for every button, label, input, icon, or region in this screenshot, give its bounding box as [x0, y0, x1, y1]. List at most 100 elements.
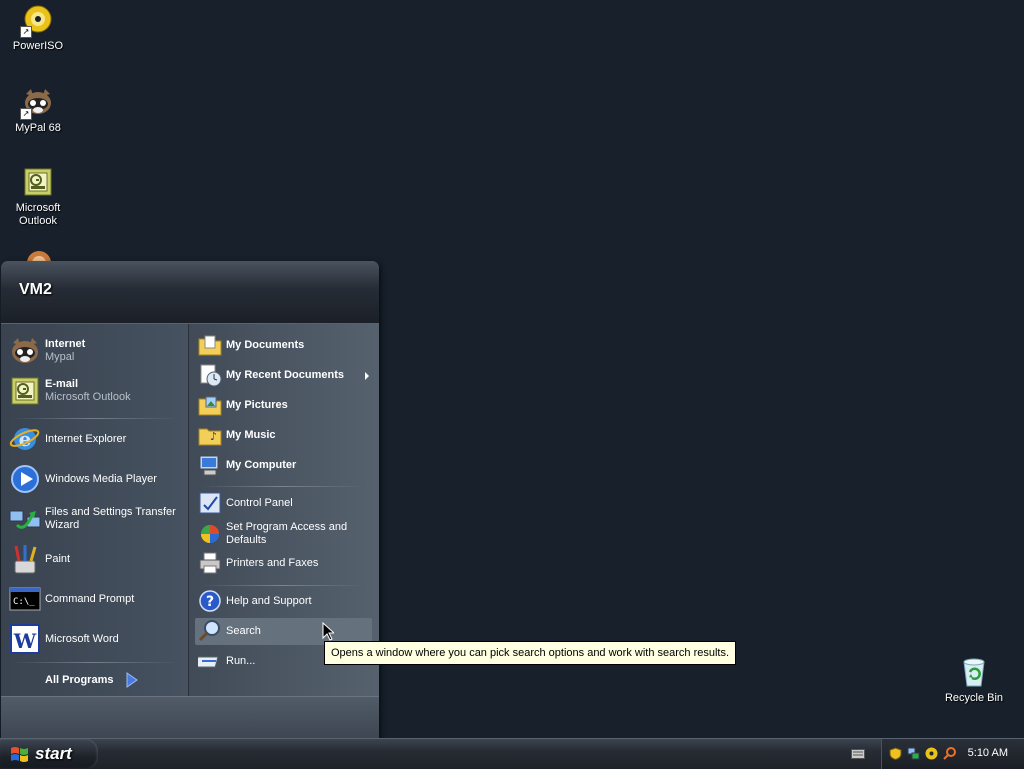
separator: [200, 585, 365, 586]
control-panel-icon: [198, 491, 222, 515]
recent-item-label: Command Prompt: [45, 592, 135, 605]
place-label: My Computer: [226, 458, 297, 471]
place-label: My Documents: [226, 338, 305, 351]
user-name: VM2: [19, 281, 52, 298]
recent-item-label: Files and Settings Transfer Wizard: [45, 506, 176, 531]
program-access-icon: [198, 522, 222, 546]
raccoon-icon: [9, 335, 41, 367]
desktop-icon-label: PowerISO: [12, 40, 64, 52]
place-my-pictures[interactable]: My Pictures: [198, 393, 288, 417]
pinned-item-subtitle: Microsoft Outlook: [45, 391, 131, 403]
recent-item-label: Paint: [45, 552, 71, 565]
pinned-item-internet[interactable]: Internet Mypal: [9, 335, 85, 367]
shortcut-arrow-icon: ↗: [20, 108, 32, 120]
setting-label: Set Program Access and Defaults: [226, 521, 348, 546]
desktop-icon-outlook[interactable]: Microsoft Outlook: [0, 166, 76, 228]
start-menu: VM2: [1, 261, 379, 739]
start-button[interactable]: start: [0, 739, 98, 769]
tool-label: Search: [226, 624, 261, 637]
setting-label: Printers and Faxes: [226, 556, 319, 569]
svg-text:W: W: [13, 629, 37, 653]
outlook-icon: [9, 375, 41, 407]
recent-item-label: Internet Explorer: [45, 432, 127, 445]
folder-documents-icon: [198, 333, 222, 357]
desktop-icon-partial: [24, 248, 54, 262]
recent-item-paint[interactable]: Paint: [9, 543, 70, 575]
all-programs-button[interactable]: All Programs: [45, 672, 139, 688]
run-icon: [194, 649, 222, 673]
recent-item-internet-explorer[interactable]: e Internet Explorer: [9, 423, 126, 455]
place-my-music[interactable]: ♪ My Music: [198, 423, 276, 447]
desktop-icon-mypal[interactable]: ↗ MyPal 68: [0, 86, 76, 135]
mouse-cursor-icon: [322, 622, 334, 641]
disc-icon: ↗: [20, 4, 54, 38]
place-my-documents[interactable]: My Documents: [198, 333, 304, 357]
tool-label: Help and Support: [226, 594, 312, 607]
folder-music-icon: ♪: [198, 423, 222, 447]
desktop-icon-label: Recycle Bin: [944, 692, 1004, 704]
svg-text:C:\_: C:\_: [13, 597, 35, 607]
pinned-item-title: Internet: [45, 338, 86, 350]
disc-icon[interactable]: [925, 747, 938, 760]
word-icon: W: [9, 623, 41, 655]
media-player-icon: [9, 463, 41, 495]
setting-program-access[interactable]: Set Program Access and Defaults: [198, 521, 356, 547]
separator: [10, 662, 178, 663]
tool-help-support[interactable]: ? Help and Support: [198, 589, 312, 613]
printer-icon: [198, 551, 222, 575]
system-tray: 5:10 AM: [881, 739, 1024, 769]
computer-icon: [198, 453, 222, 477]
clock: 5:10 AM: [967, 747, 1008, 759]
place-label: My Recent Documents: [226, 368, 344, 381]
internet-explorer-icon: e: [9, 423, 41, 455]
arrow-right-icon: [126, 672, 139, 688]
shortcut-arrow-icon: ↗: [20, 26, 32, 38]
place-my-computer[interactable]: My Computer: [198, 453, 296, 477]
search-icon: [198, 619, 222, 643]
all-programs-label: All Programs: [45, 674, 114, 686]
desktop-icon-poweriso[interactable]: ↗ PowerISO: [0, 4, 76, 53]
security-shield-icon[interactable]: [889, 747, 902, 760]
tool-run[interactable]: Run...: [194, 649, 256, 673]
desktop-icon-recycle-bin[interactable]: Recycle Bin: [936, 656, 1012, 705]
recycle-bin-icon: [958, 656, 990, 688]
recent-item-label: Windows Media Player: [45, 472, 157, 485]
tool-search[interactable]: Search: [198, 619, 261, 643]
submenu-arrow-icon: [365, 372, 369, 380]
place-my-recent-documents[interactable]: My Recent Documents: [198, 363, 344, 387]
start-label: start: [35, 744, 72, 763]
start-menu-header: VM2: [1, 261, 379, 324]
search-tooltip: Opens a window where you can pick search…: [324, 641, 737, 665]
recent-item-windows-media-player[interactable]: Windows Media Player: [9, 463, 157, 495]
separator: [10, 418, 178, 419]
recent-item-microsoft-word[interactable]: W Microsoft Word: [9, 623, 119, 655]
outlook-icon: [22, 166, 54, 198]
separator: [200, 486, 365, 487]
desktop-icon-label: MyPal 68: [15, 122, 61, 134]
pinned-item-subtitle: Mypal: [45, 351, 75, 363]
place-label: My Pictures: [226, 398, 288, 411]
raccoon-icon: ↗: [20, 86, 54, 120]
pinned-item-email[interactable]: E-mail Microsoft Outlook: [9, 375, 131, 407]
svg-text:♪: ♪: [210, 430, 217, 443]
recent-item-files-settings-transfer[interactable]: Files and Settings Transfer Wizard: [9, 503, 180, 535]
folder-pictures-icon: [198, 393, 222, 417]
setting-printers-faxes[interactable]: Printers and Faxes: [198, 551, 318, 575]
desktop-icon-label: Microsoft Outlook: [15, 202, 61, 227]
transfer-wizard-icon: [9, 503, 41, 535]
command-prompt-icon: C:\_: [9, 583, 41, 615]
setting-control-panel[interactable]: Control Panel: [198, 491, 293, 515]
network-icon[interactable]: [907, 747, 920, 760]
recent-item-command-prompt[interactable]: C:\_ Command Prompt: [9, 583, 134, 615]
place-label: My Music: [226, 428, 276, 441]
taskbar: start 5:10 AM: [0, 738, 1024, 769]
recent-item-label: Microsoft Word: [45, 632, 119, 645]
search-icon[interactable]: [943, 747, 956, 760]
keyboard-icon[interactable]: [851, 749, 865, 759]
help-icon: ?: [198, 589, 222, 613]
start-menu-footer: [1, 696, 379, 739]
tool-label: Run...: [226, 654, 256, 667]
svg-text:?: ?: [206, 594, 214, 610]
paint-icon: [9, 543, 41, 575]
recent-documents-icon: [198, 363, 222, 387]
